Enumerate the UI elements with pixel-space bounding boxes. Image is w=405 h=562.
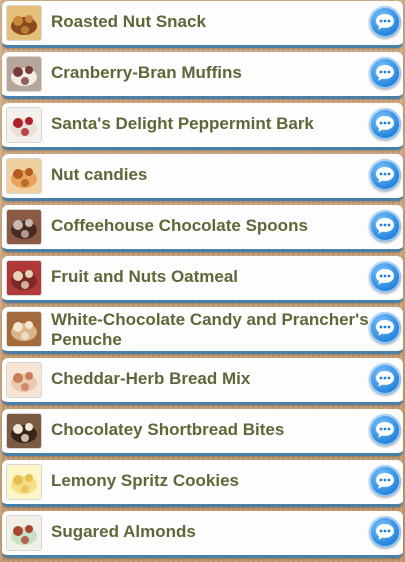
chat-bubble-icon — [376, 116, 394, 132]
nut-candies-thumbnail — [7, 159, 41, 193]
chat-bubble-button[interactable] — [369, 516, 401, 548]
peppermint-bark-thumbnail — [7, 108, 41, 142]
list-item[interactable]: Lemony Spritz Cookies — [2, 460, 403, 507]
list-item-title: Roasted Nut Snack — [51, 12, 206, 31]
list-item-title: White-Chocolate Candy and Prancher's Pen… — [51, 310, 369, 349]
chocolate-spoons-thumbnail — [7, 210, 41, 244]
chat-bubble-button[interactable] — [369, 159, 401, 191]
chat-bubble-icon — [376, 320, 394, 336]
bread-mix-thumbnail — [7, 363, 41, 397]
chat-bubble-button[interactable] — [369, 6, 401, 38]
list-item-title: Chocolatey Shortbread Bites — [51, 420, 285, 439]
cranberry-bran-muffins-thumbnail — [7, 57, 41, 91]
sugared-almonds-thumbnail — [7, 516, 41, 550]
list-item[interactable]: Fruit and Nuts Oatmeal — [2, 256, 403, 303]
list-item-title: Nut candies — [51, 165, 148, 184]
list-item[interactable]: Cranberry-Bran Muffins — [2, 52, 403, 99]
list-item-title: Fruit and Nuts Oatmeal — [51, 267, 239, 286]
chat-bubble-button[interactable] — [369, 57, 401, 89]
fruit-nuts-oatmeal-thumbnail — [7, 261, 41, 295]
chat-bubble-button[interactable] — [369, 261, 401, 293]
chat-bubble-icon — [376, 524, 394, 540]
list-item[interactable]: Sugared Almonds — [2, 511, 403, 558]
chat-bubble-icon — [376, 473, 394, 489]
shortbread-bites-thumbnail — [7, 414, 41, 448]
list-item[interactable]: Chocolatey Shortbread Bites — [2, 409, 403, 456]
list-item-title: Sugared Almonds — [51, 522, 196, 541]
chat-bubble-icon — [376, 65, 394, 81]
list-item[interactable]: Coffeehouse Chocolate Spoons — [2, 205, 403, 252]
list-item[interactable]: Santa's Delight Peppermint Bark — [2, 103, 403, 150]
chat-bubble-button[interactable] — [369, 414, 401, 446]
chat-bubble-icon — [376, 422, 394, 438]
chat-bubble-button[interactable] — [369, 312, 401, 344]
chat-bubble-icon — [376, 14, 394, 30]
chat-bubble-button[interactable] — [369, 465, 401, 497]
chat-bubble-button[interactable] — [369, 363, 401, 395]
chat-bubble-icon — [376, 371, 394, 387]
list-item[interactable]: White-Chocolate Candy and Prancher's Pen… — [2, 307, 403, 354]
roasted-nut-snack-thumbnail — [7, 6, 41, 40]
recipe-list: Roasted Nut Snack Cranberry-Bran Muffins S… — [0, 0, 405, 562]
penuche-thumbnail — [7, 312, 41, 346]
chat-bubble-icon — [376, 269, 394, 285]
list-item-title: Lemony Spritz Cookies — [51, 471, 239, 490]
list-item-title: Santa's Delight Peppermint Bark — [51, 114, 314, 133]
list-item-title: Cranberry-Bran Muffins — [51, 63, 242, 82]
chat-bubble-icon — [376, 167, 394, 183]
list-item[interactable]: Roasted Nut Snack — [2, 1, 403, 48]
chat-bubble-button[interactable] — [369, 210, 401, 242]
spritz-cookies-thumbnail — [7, 465, 41, 499]
list-item[interactable]: Nut candies — [2, 154, 403, 201]
list-item-title: Coffeehouse Chocolate Spoons — [51, 216, 308, 235]
chat-bubble-icon — [376, 218, 394, 234]
list-item-title: Cheddar-Herb Bread Mix — [51, 369, 251, 388]
chat-bubble-button[interactable] — [369, 108, 401, 140]
list-item[interactable]: Cheddar-Herb Bread Mix — [2, 358, 403, 405]
